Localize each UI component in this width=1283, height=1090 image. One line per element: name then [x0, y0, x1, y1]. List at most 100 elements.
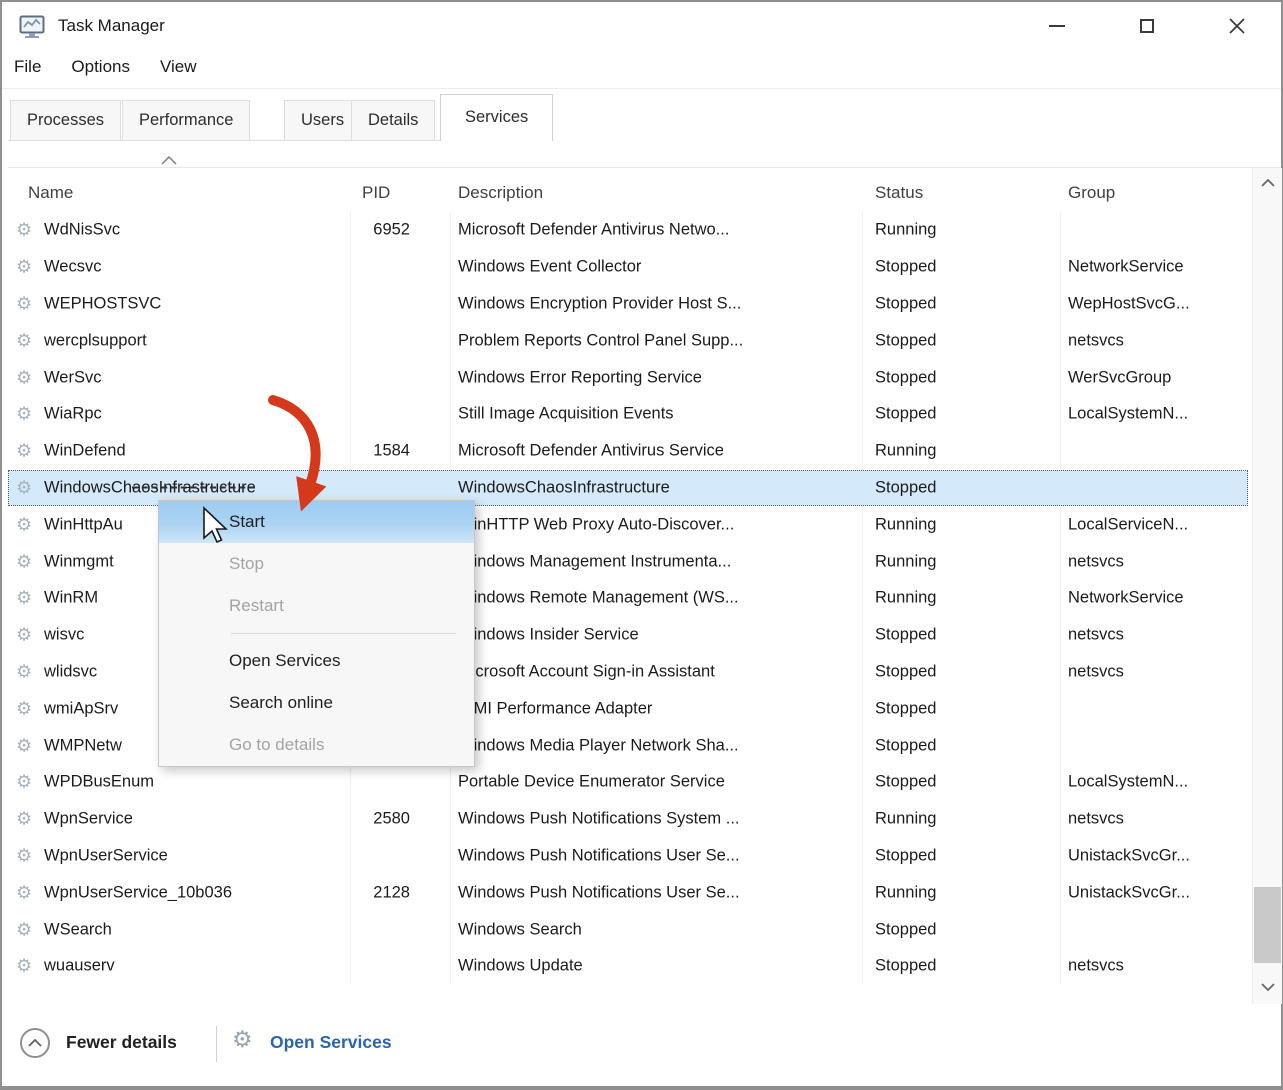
service-status: Stopped [875, 368, 936, 387]
menu-item-start[interactable]: Start [159, 501, 474, 543]
service-gear-icon: ⚙ [16, 293, 32, 314]
menu-view[interactable]: View [160, 57, 197, 77]
service-status: Stopped [875, 478, 936, 497]
service-status: Stopped [875, 846, 936, 865]
tab-users[interactable]: Users [284, 100, 361, 141]
open-services-link[interactable]: Open Services [270, 1032, 392, 1053]
service-description: Windows Event Collector [458, 258, 641, 277]
footer-bar: Fewer details ⚙ Open Services [2, 1004, 1281, 1086]
column-header-group[interactable]: Group [1068, 183, 1115, 203]
service-description: Windows Update [458, 957, 583, 976]
service-description: Problem Reports Control Panel Supp... [458, 331, 743, 350]
menubar-divider [2, 88, 1281, 89]
menu-item-go-to-details: Go to details [159, 724, 474, 766]
minimize-button[interactable] [1034, 8, 1080, 44]
service-gear-icon: ⚙ [16, 367, 32, 388]
scroll-up-button[interactable] [1253, 168, 1282, 198]
service-name: Wecsvc [44, 258, 101, 277]
service-description: Microsoft Defender Antivirus Netwo... [458, 221, 729, 240]
close-icon [1229, 18, 1245, 34]
fewer-details-button[interactable]: Fewer details [66, 1032, 177, 1053]
service-name: WinRM [44, 589, 98, 608]
service-name: WEPHOSTSVC [44, 294, 161, 313]
service-group: NetworkService [1068, 258, 1184, 277]
service-name: WinDefend [44, 442, 126, 461]
service-gear-icon: ⚙ [16, 588, 32, 609]
table-row[interactable]: ⚙wercplsupportProblem Reports Control Pa… [8, 322, 1248, 359]
service-group: netsvcs [1068, 957, 1124, 976]
close-button[interactable] [1214, 8, 1260, 44]
service-status: Running [875, 515, 936, 534]
column-header-name[interactable]: Name [28, 183, 73, 203]
scroll-down-button[interactable] [1253, 972, 1282, 1002]
service-name: WSearch [44, 920, 112, 939]
service-gear-icon: ⚙ [16, 220, 32, 241]
service-status: Running [875, 589, 936, 608]
tab-details[interactable]: Details [351, 100, 435, 141]
menu-options[interactable]: Options [71, 57, 130, 77]
service-description: Microsoft Account Sign-in Assistant [458, 662, 715, 681]
service-status: Running [875, 442, 936, 461]
service-status: Stopped [875, 736, 936, 755]
service-group: WerSvcGroup [1068, 368, 1171, 387]
menu-separator [159, 627, 474, 640]
service-name: WerSvc [44, 368, 101, 387]
service-status: Running [875, 883, 936, 902]
service-name: wisvc [44, 626, 84, 645]
table-row[interactable]: ⚙WdNisSvc6952Microsoft Defender Antiviru… [8, 212, 1248, 249]
service-description: Windows Management Instrumenta... [458, 552, 731, 571]
table-row[interactable]: ⚙WiaRpcStill Image Acquisition EventsSto… [8, 396, 1248, 433]
column-header-description[interactable]: Description [458, 183, 543, 203]
service-pid: 2128 [350, 883, 410, 902]
vertical-scrollbar[interactable] [1252, 168, 1282, 1004]
table-row[interactable]: ⚙WerSvcWindows Error Reporting ServiceSt… [8, 359, 1248, 396]
table-row[interactable]: ⚙WPDBusEnumPortable Device Enumerator Se… [8, 764, 1248, 801]
tab-services[interactable]: Services [440, 94, 553, 141]
service-gear-icon: ⚙ [16, 698, 32, 719]
table-row[interactable]: ⚙WinDefend1584Microsoft Defender Antivir… [8, 433, 1248, 470]
service-name: wercplsupport [44, 331, 147, 350]
task-manager-window: Task Manager File Options View Processes… [0, 0, 1283, 1090]
fewer-details-chevron-button[interactable] [20, 1028, 50, 1058]
service-name: WpnUserService_10b036 [44, 883, 232, 902]
table-row[interactable]: ⚙WpnUserServiceWindows Push Notification… [8, 838, 1248, 875]
table-row[interactable]: ⚙WpnService2580Windows Push Notification… [8, 801, 1248, 838]
service-group: UnistackSvcGr... [1068, 846, 1190, 865]
menu-file[interactable]: File [14, 57, 41, 77]
title-bar[interactable]: Task Manager [2, 2, 1281, 52]
service-pid: 6952 [350, 221, 410, 240]
service-name: Winmgmt [44, 552, 114, 571]
service-status: Stopped [875, 662, 936, 681]
service-status: Running [875, 552, 936, 571]
service-description: Windows Search [458, 920, 582, 939]
service-status: Stopped [875, 957, 936, 976]
column-header-pid[interactable]: PID [362, 183, 390, 203]
service-status: Stopped [875, 626, 936, 645]
table-row[interactable]: ⚙WecsvcWindows Event CollectorStoppedNet… [8, 249, 1248, 286]
menu-item-search-online[interactable]: Search online [159, 682, 474, 724]
menu-item-stop: Stop [159, 543, 474, 585]
service-gear-icon: ⚙ [16, 514, 32, 535]
scrollbar-thumb[interactable] [1254, 887, 1281, 963]
service-status: Stopped [875, 405, 936, 424]
tab-performance[interactable]: Performance [122, 100, 250, 141]
table-row[interactable]: ⚙WEPHOSTSVCWindows Encryption Provider H… [8, 286, 1248, 323]
table-row[interactable]: ⚙WpnUserService_10b0362128Windows Push N… [8, 874, 1248, 911]
service-description: WindowsChaosInfrastructure [458, 478, 670, 497]
task-manager-icon [18, 13, 46, 41]
service-status: Running [875, 810, 936, 829]
table-row[interactable]: ⚙wuauservWindows UpdateStoppednetsvcs [8, 948, 1248, 985]
menu-item-open-services[interactable]: Open Services [159, 640, 474, 682]
service-name: WiaRpc [44, 405, 102, 424]
service-pid: 1584 [350, 442, 410, 461]
service-gear-icon: ⚙ [16, 809, 32, 830]
service-gear-icon: ⚙ [16, 441, 32, 462]
column-header-status[interactable]: Status [875, 183, 923, 203]
service-gear-icon: ⚙ [16, 257, 32, 278]
service-gear-icon: ⚙ [16, 845, 32, 866]
tab-processes[interactable]: Processes [10, 100, 121, 141]
chevron-up-icon [1261, 179, 1275, 187]
service-description: Portable Device Enumerator Service [458, 773, 725, 792]
table-row[interactable]: ⚙WSearchWindows SearchStopped [8, 911, 1248, 948]
maximize-button[interactable] [1124, 8, 1170, 44]
